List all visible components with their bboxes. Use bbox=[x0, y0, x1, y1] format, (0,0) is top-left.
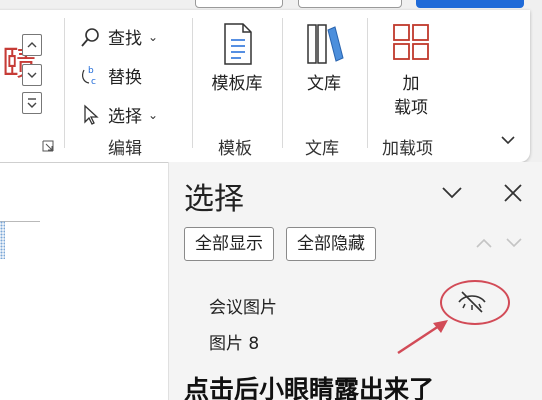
select-button[interactable]: 选择 ⌄ bbox=[80, 102, 158, 127]
addins-group-label: 加载项 bbox=[382, 139, 433, 159]
addins-label-line1: 加 bbox=[402, 74, 420, 94]
select-label: 选择 bbox=[108, 107, 142, 127]
document-top-border bbox=[0, 162, 168, 163]
cursor-arrow-icon bbox=[84, 104, 99, 125]
dialog-launcher-icon[interactable] bbox=[42, 140, 54, 152]
list-item[interactable]: 会议图片 bbox=[209, 293, 277, 318]
top-button-primary[interactable] bbox=[416, 0, 524, 8]
chevron-down-icon: ⌄ bbox=[148, 107, 159, 122]
ribbon-separator bbox=[192, 18, 193, 148]
template-group-label: 模板 bbox=[218, 139, 252, 159]
more-icon bbox=[27, 98, 37, 108]
hide-all-button[interactable]: 全部隐藏 bbox=[286, 227, 376, 261]
annotation-text: 点击后小眼睛露出来了 bbox=[184, 375, 435, 400]
close-icon[interactable] bbox=[502, 182, 524, 204]
addins-label-line2: 载项 bbox=[394, 98, 428, 118]
search-icon bbox=[81, 27, 99, 47]
replace-button[interactable]: b c 替换 bbox=[80, 63, 142, 88]
library-button[interactable]: 文库 bbox=[298, 22, 350, 96]
style-scroll-up-button[interactable] bbox=[22, 34, 42, 56]
ribbon-separator bbox=[367, 18, 368, 148]
top-button-2[interactable] bbox=[298, 0, 402, 8]
addins-button[interactable]: 加 载项 bbox=[382, 22, 440, 120]
style-scroll-down-button[interactable] bbox=[22, 64, 42, 86]
chevron-down-icon: ⌄ bbox=[148, 29, 159, 44]
library-group-label: 文库 bbox=[305, 139, 339, 159]
template-document-icon bbox=[224, 23, 252, 65]
template-library-button[interactable]: 模板库 bbox=[206, 22, 268, 96]
top-button-1[interactable] bbox=[195, 0, 283, 8]
eye-hidden-icon[interactable] bbox=[456, 290, 488, 316]
document-canvas[interactable] bbox=[0, 162, 168, 400]
ribbon-separator bbox=[64, 18, 65, 148]
book-library-icon bbox=[307, 24, 344, 64]
send-backward-chevron-down-icon[interactable] bbox=[505, 236, 523, 250]
find-label: 查找 bbox=[108, 29, 142, 49]
list-item[interactable]: 图片 8 bbox=[209, 329, 259, 354]
library-label: 文库 bbox=[307, 74, 341, 94]
document-margin-line bbox=[0, 221, 40, 222]
style-gallery-more-button[interactable] bbox=[22, 92, 42, 114]
chevron-down-icon bbox=[27, 72, 37, 78]
show-all-button[interactable]: 全部显示 bbox=[184, 227, 274, 261]
ribbon-collapse-chevron-icon[interactable] bbox=[498, 130, 518, 150]
addins-grid-icon bbox=[393, 24, 429, 60]
template-library-label: 模板库 bbox=[211, 74, 263, 94]
ribbon-separator bbox=[282, 18, 283, 148]
pane-options-chevron-icon[interactable] bbox=[440, 182, 464, 202]
find-button[interactable]: 查找 ⌄ bbox=[80, 24, 158, 49]
pane-title: 选择 bbox=[184, 182, 244, 217]
editing-group-label: 编辑 bbox=[108, 139, 142, 159]
annotation-arrow bbox=[397, 320, 448, 355]
bring-forward-chevron-up-icon[interactable] bbox=[475, 236, 493, 250]
svg-text:b: b bbox=[88, 66, 94, 76]
svg-text:c: c bbox=[91, 77, 96, 87]
replace-icon: b c bbox=[82, 66, 96, 87]
chevron-up-icon bbox=[27, 42, 37, 48]
document-dotted-selection bbox=[0, 221, 5, 259]
replace-label: 替换 bbox=[108, 68, 142, 88]
